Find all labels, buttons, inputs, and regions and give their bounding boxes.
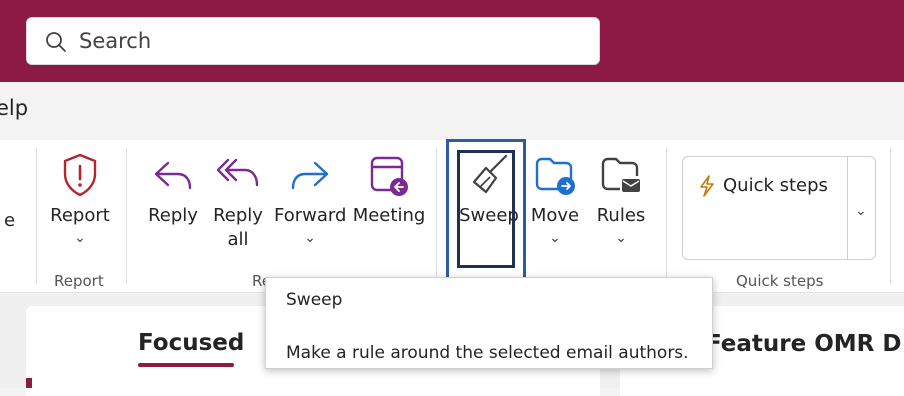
quick-steps-divider (847, 157, 848, 259)
tooltip-title: Sweep (286, 290, 343, 310)
quick-steps-label: Quick steps (723, 175, 828, 196)
reply-all-label-line2: all (227, 229, 249, 250)
rules-folder-mail-icon (601, 157, 640, 192)
focused-tab-underline (138, 363, 234, 367)
menu-help-tab[interactable]: elp (0, 96, 28, 120)
report-button[interactable]: Report ⌄ (46, 152, 114, 246)
shield-alert-icon (63, 153, 97, 197)
sweep-highlight-box (446, 139, 526, 281)
tab-focused[interactable]: Focused (138, 330, 244, 356)
move-button[interactable]: Move ⌄ (528, 152, 582, 246)
quick-steps-group-label: Quick steps (736, 272, 824, 290)
chevron-down-icon: ⌄ (304, 230, 316, 246)
ribbon-separator (436, 148, 437, 284)
forward-arrow-icon (291, 161, 329, 190)
rules-button[interactable]: Rules ⌄ (592, 152, 650, 246)
report-label: Report (50, 205, 110, 226)
menu-bar: elp (0, 82, 904, 138)
meeting-calendar-reply-icon (370, 156, 408, 196)
rules-label: Rules (596, 205, 646, 226)
sweep-highlight-inner (457, 150, 515, 268)
ribbon-partial-button[interactable]: e (4, 210, 15, 231)
ribbon-separator (126, 148, 127, 284)
meeting-button[interactable]: Meeting (350, 152, 428, 228)
search-placeholder: Search (79, 29, 152, 53)
ribbon-separator (666, 148, 667, 284)
chevron-down-icon: ⌄ (74, 230, 86, 246)
report-group-label: Report (54, 272, 104, 290)
chevron-down-icon: ⌄ (549, 230, 561, 246)
chevron-down-icon: ⌄ (615, 230, 627, 246)
reply-all-label-line1: Reply (213, 205, 263, 226)
search-icon (46, 32, 66, 52)
chevron-down-icon[interactable]: ⌄ (855, 203, 867, 219)
selected-item-accent (26, 378, 32, 388)
quick-steps-gallery[interactable]: Quick steps ⌄ (682, 156, 876, 260)
reply-button[interactable]: Reply (144, 152, 202, 228)
reply-all-arrow-icon (216, 158, 259, 187)
reply-label: Reply (148, 205, 198, 226)
reading-pane-subject: Feature OMR D (706, 331, 902, 357)
move-folder-icon (535, 157, 575, 195)
ribbon-separator (890, 148, 891, 284)
reply-arrow-icon (154, 161, 192, 190)
move-label: Move (530, 205, 580, 226)
search-box[interactable]: Search (26, 17, 600, 65)
meeting-label: Meeting (352, 205, 426, 226)
ribbon-separator (36, 148, 37, 284)
reply-all-button[interactable]: Reply all (210, 152, 266, 252)
forward-button[interactable]: Forward ⌄ (274, 152, 346, 246)
lightning-bolt-icon (700, 175, 714, 197)
sweep-tooltip: Sweep Make a rule around the selected em… (265, 277, 713, 369)
forward-label: Forward (274, 205, 347, 226)
tooltip-description: Make a rule around the selected email au… (286, 343, 689, 363)
